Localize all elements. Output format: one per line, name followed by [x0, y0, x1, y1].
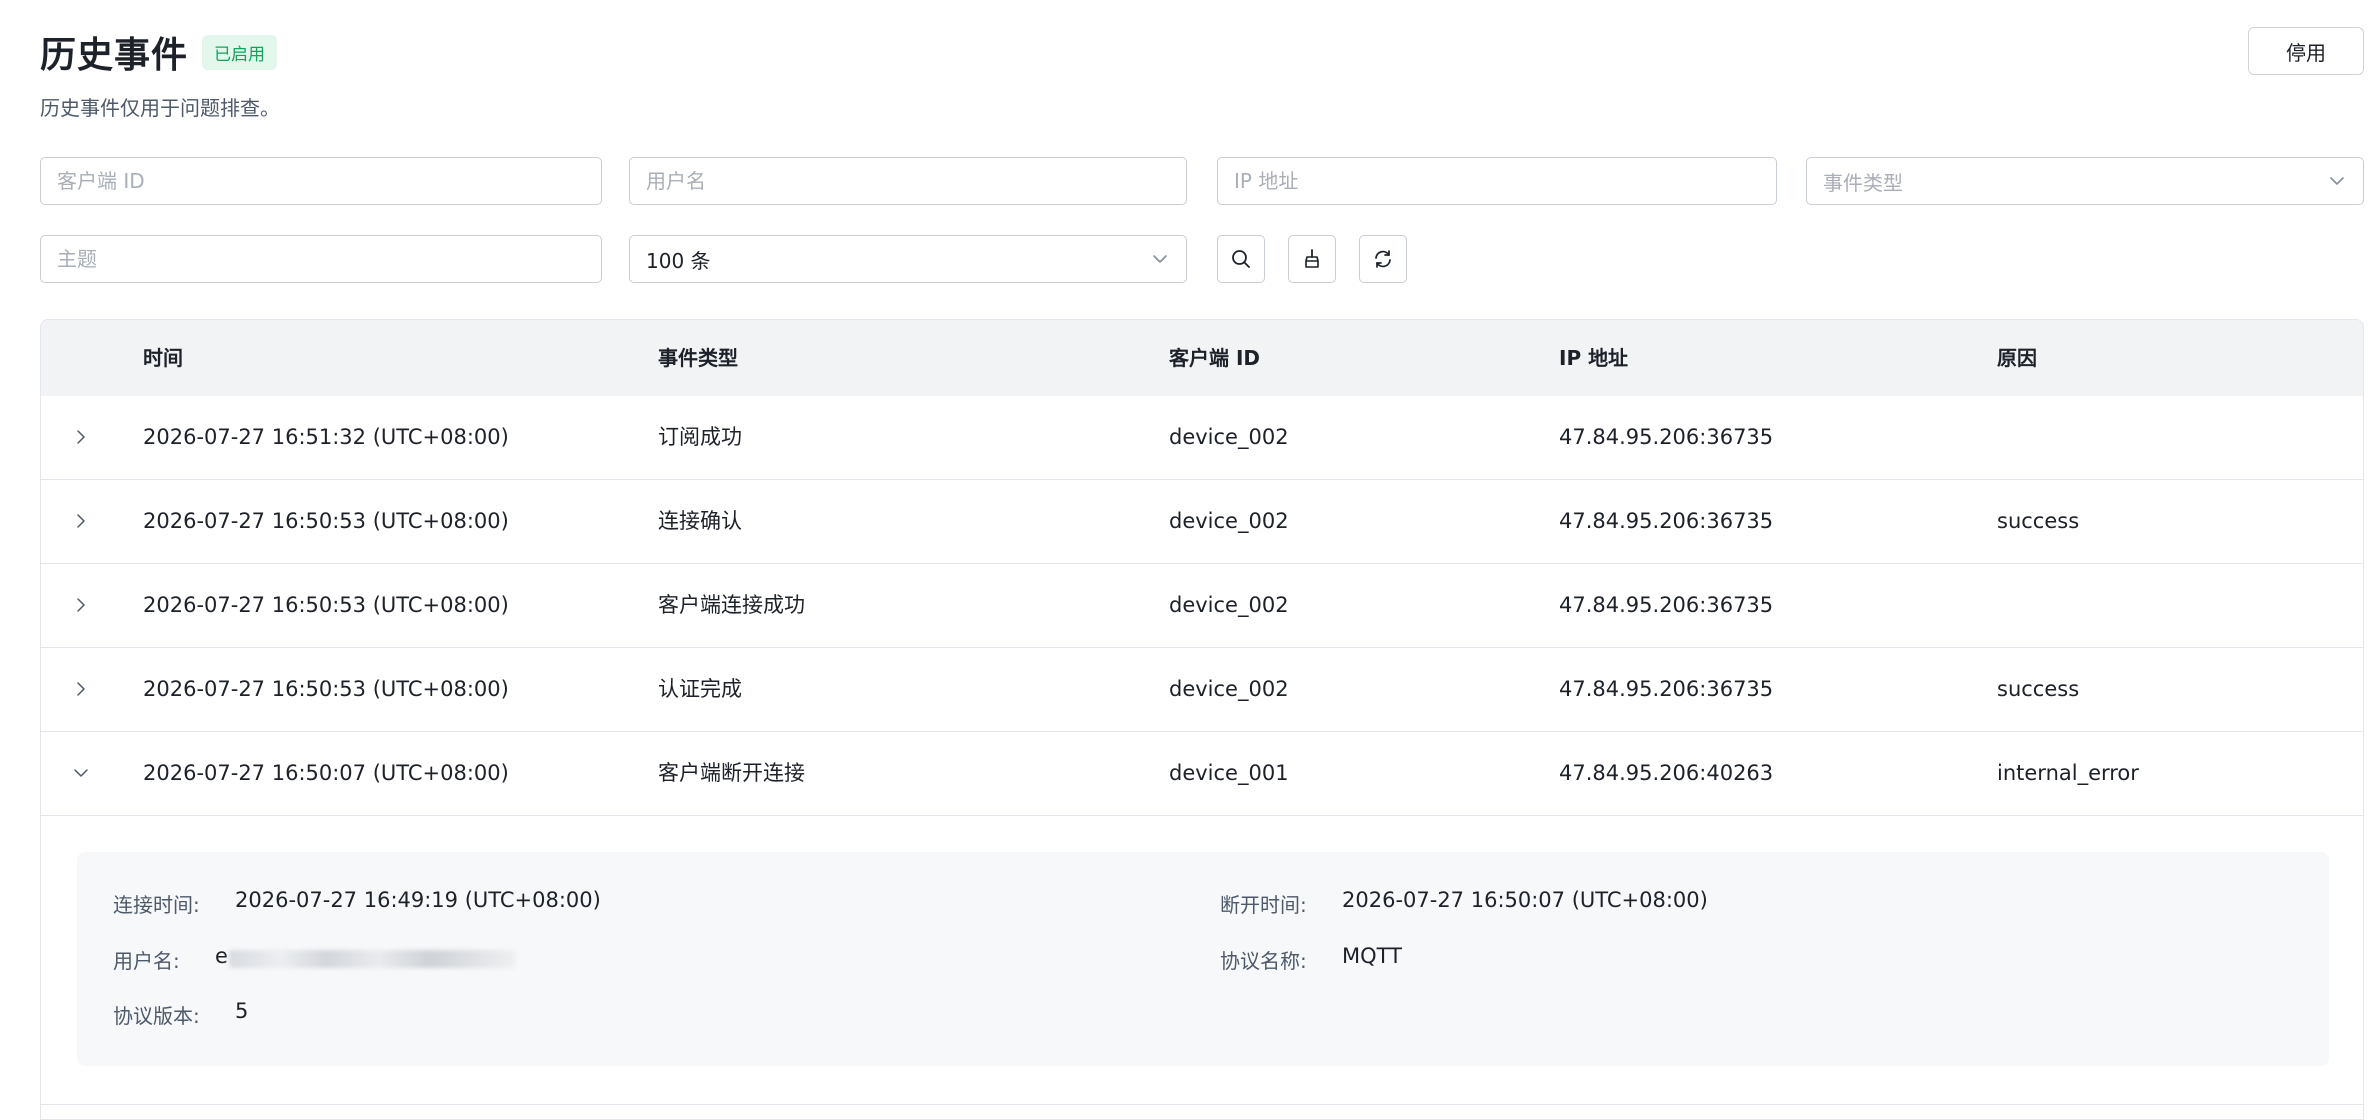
clear-button[interactable]	[1288, 235, 1336, 283]
cell-event-type: 连接确认	[658, 509, 742, 533]
refresh-icon	[1375, 250, 1391, 268]
detail-panel: 连接时间: 2026-07-27 16:49:19 (UTC+08:00) 断开…	[77, 852, 2329, 1066]
search-button[interactable]	[1217, 235, 1265, 283]
cell-time: 2026-07-27 16:51:32 (UTC+08:00)	[143, 425, 509, 449]
cell-client-id: device_002	[1169, 425, 1289, 449]
column-header-reason[interactable]: 原因	[1997, 320, 2037, 396]
username-input[interactable]	[646, 169, 1170, 193]
client-id-input[interactable]	[57, 169, 585, 193]
protocol-version-label: 协议版本:	[113, 1004, 200, 1028]
cell-client-id: device_001	[1169, 761, 1289, 785]
cell-ip: 47.84.95.206:40263	[1559, 761, 1774, 785]
protocol-name-label: 协议名称:	[1220, 949, 1307, 973]
cell-reason: internal_error	[1997, 761, 2139, 785]
connect-time-label: 连接时间:	[113, 893, 200, 917]
topic-input[interactable]	[57, 247, 585, 271]
broom-icon	[1305, 249, 1319, 268]
cell-time: 2026-07-27 16:50:07 (UTC+08:00)	[143, 761, 509, 785]
cell-ip: 47.84.95.206:36735	[1559, 677, 1774, 701]
chevron-down-icon	[2330, 177, 2344, 185]
client-id-field[interactable]	[40, 157, 602, 205]
cell-reason: success	[1997, 677, 2080, 701]
chevron-right-icon[interactable]	[71, 427, 91, 447]
events-table: 时间 事件类型 客户端 ID IP 地址 原因 2026-07-27 16:51…	[40, 319, 2364, 1120]
cell-client-id: device_002	[1169, 593, 1289, 617]
connect-time-value: 2026-07-27 16:49:19 (UTC+08:00)	[235, 888, 601, 912]
table-row[interactable]: 2026-07-27 16:50:53 (UTC+08:00) 认证完成 dev…	[41, 648, 2363, 732]
cell-time: 2026-07-27 16:50:53 (UTC+08:00)	[143, 677, 509, 701]
cell-event-type: 客户端断开连接	[658, 761, 805, 785]
table-header: 时间 事件类型 客户端 ID IP 地址 原因	[41, 320, 2363, 396]
cell-ip: 47.84.95.206:36735	[1559, 425, 1774, 449]
cell-reason: success	[1997, 509, 2080, 533]
username-value: e	[215, 944, 228, 968]
column-header-ip[interactable]: IP 地址	[1559, 320, 1628, 396]
table-row[interactable]: 2026-07-27 16:50:53 (UTC+08:00) 客户端连接成功 …	[41, 564, 2363, 648]
chevron-right-icon[interactable]	[71, 595, 91, 615]
event-type-select[interactable]: 事件类型	[1806, 157, 2364, 205]
page-subtitle: 历史事件仅用于问题排查。	[40, 96, 280, 120]
column-header-time[interactable]: 时间	[143, 320, 183, 396]
protocol-name-value: MQTT	[1342, 944, 1402, 968]
redacted-username	[229, 950, 515, 968]
ip-field[interactable]	[1217, 157, 1777, 205]
page-title: 历史事件	[40, 35, 189, 76]
table-row[interactable]: 2026-07-27 16:51:32 (UTC+08:00) 订阅成功 dev…	[41, 396, 2363, 480]
cell-ip: 47.84.95.206:36735	[1559, 593, 1774, 617]
cell-event-type: 订阅成功	[658, 425, 742, 449]
chevron-down-icon[interactable]	[71, 763, 91, 783]
chevron-right-icon[interactable]	[71, 511, 91, 531]
event-type-placeholder: 事件类型	[1823, 170, 1903, 195]
page-header: 历史事件 已启用	[40, 26, 278, 78]
status-badge: 已启用	[202, 34, 278, 70]
protocol-version-value: 5	[235, 999, 249, 1023]
cell-event-type: 认证完成	[658, 677, 742, 701]
disconnect-time-label: 断开时间:	[1220, 893, 1307, 917]
table-row-expanded[interactable]: 2026-07-27 16:50:07 (UTC+08:00) 客户端断开连接 …	[41, 732, 2363, 816]
search-icon	[1232, 250, 1250, 268]
chevron-down-icon	[1153, 255, 1167, 263]
cell-client-id: device_002	[1169, 509, 1289, 533]
cell-event-type: 客户端连接成功	[658, 593, 805, 617]
topic-field[interactable]	[40, 235, 602, 283]
chevron-right-icon[interactable]	[71, 679, 91, 699]
cell-client-id: device_002	[1169, 677, 1289, 701]
cell-ip: 47.84.95.206:36735	[1559, 509, 1774, 533]
row-detail: 连接时间: 2026-07-27 16:49:19 (UTC+08:00) 断开…	[41, 816, 2363, 1105]
column-header-event-type[interactable]: 事件类型	[658, 320, 738, 396]
username-label: 用户名:	[113, 949, 180, 973]
column-header-client-id[interactable]: 客户端 ID	[1169, 320, 1260, 396]
cell-time: 2026-07-27 16:50:53 (UTC+08:00)	[143, 593, 509, 617]
disable-button[interactable]: 停用	[2248, 27, 2364, 75]
table-row[interactable]: 2026-07-27 16:50:53 (UTC+08:00) 连接确认 dev…	[41, 480, 2363, 564]
cell-time: 2026-07-27 16:50:53 (UTC+08:00)	[143, 509, 509, 533]
disconnect-time-value: 2026-07-27 16:50:07 (UTC+08:00)	[1342, 888, 1708, 912]
limit-value: 100 条	[646, 248, 711, 273]
ip-input[interactable]	[1234, 169, 1760, 193]
refresh-button[interactable]	[1359, 235, 1407, 283]
limit-select[interactable]: 100 条	[629, 235, 1187, 283]
username-field[interactable]	[629, 157, 1187, 205]
